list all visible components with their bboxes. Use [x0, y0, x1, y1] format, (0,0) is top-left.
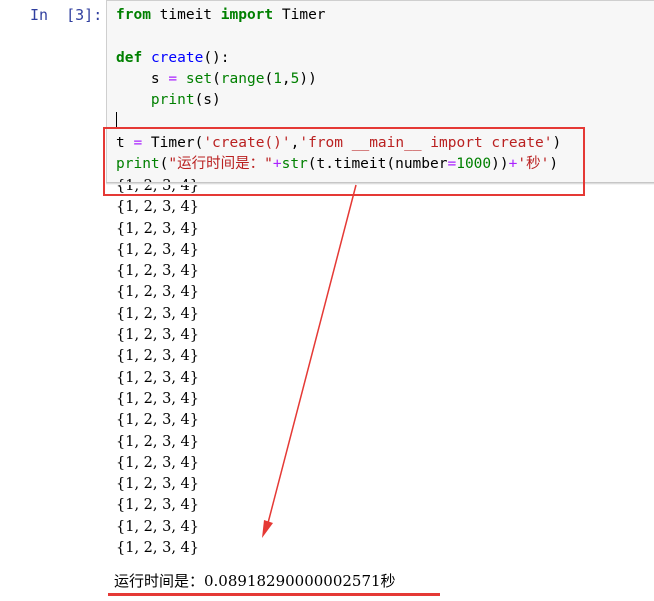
annotation-arrow-head	[262, 520, 273, 538]
annotation-arrow-line	[267, 184, 357, 524]
annotation-arrow	[262, 184, 357, 538]
